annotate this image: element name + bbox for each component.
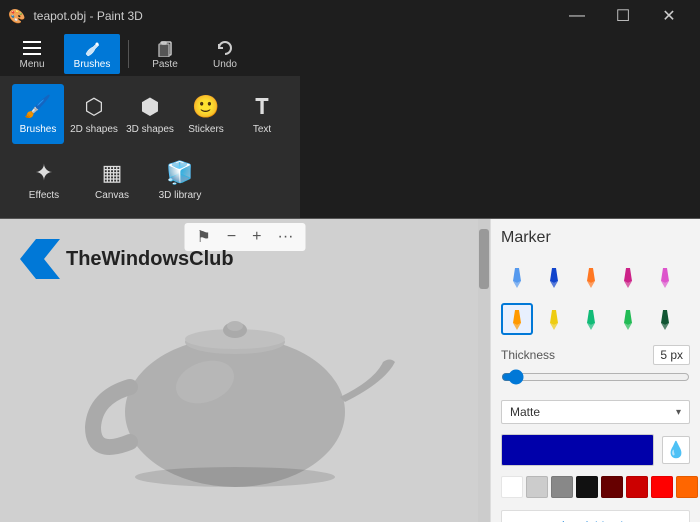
menu-button[interactable]: Menu bbox=[4, 34, 60, 74]
text-icon: 𝐓 bbox=[255, 94, 269, 120]
ribbon-item-stickers[interactable]: 🙂Stickers bbox=[180, 84, 232, 144]
chevron-down-icon: ▾ bbox=[676, 407, 681, 418]
maximize-button[interactable]: ☐ bbox=[600, 0, 646, 32]
thickness-slider[interactable] bbox=[501, 369, 690, 385]
brush-fill1-button[interactable] bbox=[612, 303, 644, 335]
color-swatch[interactable] bbox=[501, 476, 523, 498]
canvas-scrollbar-thumb[interactable] bbox=[479, 229, 489, 289]
ribbon-item-3dshapes[interactable]: ⬢3D shapes bbox=[124, 84, 176, 144]
color-swatch[interactable] bbox=[576, 476, 598, 498]
brush-compass-button[interactable] bbox=[501, 261, 533, 293]
thickness-row: Thickness 5 px bbox=[501, 345, 690, 365]
app-container: Menu Brushes Paste Undo 🖌️Brushes⬡2D sha… bbox=[0, 32, 700, 522]
color-swatch[interactable] bbox=[551, 476, 573, 498]
brushes-button[interactable]: Brushes bbox=[64, 34, 120, 74]
ribbon: 🖌️Brushes⬡2D shapes⬢3D shapes🙂Stickers𝐓T… bbox=[0, 76, 700, 219]
ribbon-item-text[interactable]: 𝐓Text bbox=[236, 84, 288, 144]
brush-brush1-button[interactable] bbox=[575, 261, 607, 293]
plus-icon: ＋ bbox=[557, 517, 569, 522]
paste-button[interactable]: Paste bbox=[137, 34, 193, 74]
material-label: Matte bbox=[510, 405, 540, 419]
thickness-label: Thickness bbox=[501, 348, 555, 362]
brush-marker-button[interactable] bbox=[501, 303, 533, 335]
titlebar: 🎨 teapot.obj - Paint 3D — ☐ ✕ bbox=[0, 0, 700, 32]
right-panel: Marker Thickness 5 px Matte ▾ 💧 bbox=[490, 219, 700, 522]
teapot-svg bbox=[75, 242, 415, 502]
titlebar-title: teapot.obj - Paint 3D bbox=[25, 9, 554, 23]
content-area: ⚑ − + ··· TheWindowsClub bbox=[0, 219, 700, 522]
ribbon-item-effects[interactable]: ✦Effects bbox=[12, 150, 76, 210]
brush-pencil-button[interactable] bbox=[649, 261, 681, 293]
brush-pen-button[interactable] bbox=[538, 261, 570, 293]
stickers-icon: 🙂 bbox=[192, 94, 219, 120]
canvas-area[interactable]: ⚑ − + ··· TheWindowsClub bbox=[0, 219, 490, 522]
color-swatch[interactable] bbox=[651, 476, 673, 498]
toolbar-separator bbox=[128, 40, 129, 68]
brush-eraser-button[interactable] bbox=[575, 303, 607, 335]
ribbon-item-brushes[interactable]: 🖌️Brushes bbox=[12, 84, 64, 144]
ribbon-item-2dshapes[interactable]: ⬡2D shapes bbox=[68, 84, 120, 144]
thickness-value: 5 px bbox=[653, 345, 690, 365]
eyedropper-button[interactable]: 💧 bbox=[662, 436, 690, 464]
color-swatch[interactable] bbox=[601, 476, 623, 498]
canvas-scrollbar[interactable] bbox=[478, 219, 490, 522]
brush-icons-row bbox=[501, 261, 690, 335]
minimize-button[interactable]: — bbox=[554, 0, 600, 32]
color-swatch[interactable] bbox=[526, 476, 548, 498]
3dshapes-icon: ⬢ bbox=[140, 94, 159, 120]
brush-pen2-button[interactable] bbox=[612, 261, 644, 293]
thickness-section: Thickness 5 px bbox=[501, 345, 690, 390]
effects-icon: ✦ bbox=[35, 160, 53, 186]
close-button[interactable]: ✕ bbox=[646, 0, 692, 32]
main-toolbar: Menu Brushes Paste Undo bbox=[0, 32, 700, 76]
material-dropdown[interactable]: Matte ▾ bbox=[501, 400, 690, 424]
brush-pencil2-button[interactable] bbox=[538, 303, 570, 335]
ribbon-panel: 🖌️Brushes⬡2D shapes⬢3D shapes🙂Stickers𝐓T… bbox=[0, 76, 300, 218]
titlebar-controls: — ☐ ✕ bbox=[554, 0, 692, 32]
panel-title: Marker bbox=[501, 229, 690, 247]
ribbon-item-canvas[interactable]: ▦Canvas bbox=[80, 150, 144, 210]
color-preview-box[interactable] bbox=[501, 434, 654, 466]
color-swatch[interactable] bbox=[676, 476, 698, 498]
color-preview-row: 💧 bbox=[501, 434, 690, 466]
ribbon-item-3dlibrary[interactable]: 🧊3D library bbox=[148, 150, 212, 210]
canvas-icon: ▦ bbox=[102, 160, 123, 186]
add-color-button[interactable]: ＋ + Add color bbox=[501, 510, 690, 522]
2dshapes-icon: ⬡ bbox=[84, 94, 103, 120]
undo-button[interactable]: Undo bbox=[197, 34, 253, 74]
brushes-icon: 🖌️ bbox=[24, 94, 51, 120]
3dlibrary-icon: 🧊 bbox=[166, 160, 193, 186]
color-swatches bbox=[501, 476, 690, 500]
brush-fill2-button[interactable] bbox=[649, 303, 681, 335]
color-swatch[interactable] bbox=[626, 476, 648, 498]
